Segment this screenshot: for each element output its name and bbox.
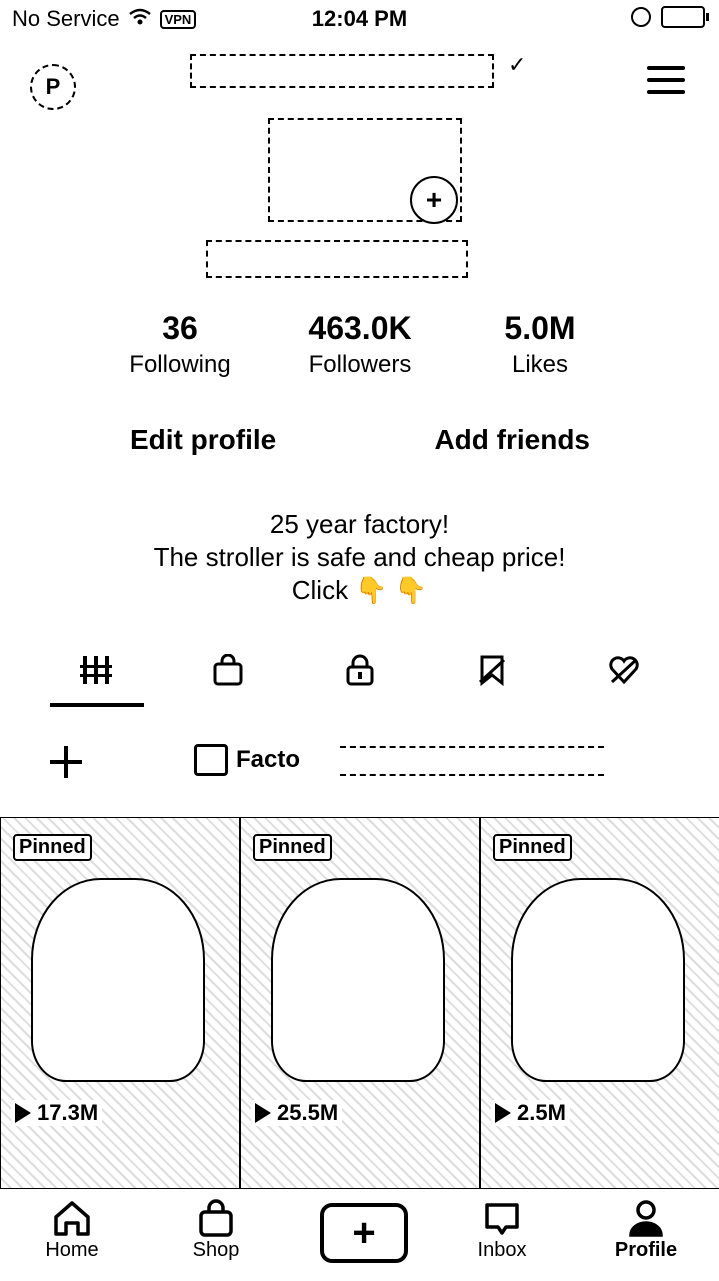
- nav-inbox[interactable]: Inbox: [452, 1197, 552, 1262]
- view-count: 17.3M: [11, 1100, 103, 1126]
- likes-label: Likes: [511, 351, 569, 378]
- favorites-icon[interactable]: [462, 640, 522, 700]
- username-redacted: [190, 54, 494, 88]
- stat-likes[interactable]: 5.0M Likes: [450, 310, 630, 379]
- playlist-name-redacted: [340, 746, 604, 776]
- p-badge-icon[interactable]: P: [30, 64, 76, 110]
- nav-shop-label: Shop: [192, 1239, 240, 1261]
- video-tile[interactable]: Pinned 2.5M: [480, 817, 719, 1189]
- private-lock-icon[interactable]: [330, 640, 390, 700]
- video-thumbnail: [271, 878, 445, 1082]
- profile-icon: [596, 1197, 696, 1239]
- pinned-badge: Pinned: [253, 834, 332, 861]
- add-playlist-icon[interactable]: [48, 744, 84, 780]
- stat-followers[interactable]: 463.0K Followers: [270, 310, 450, 379]
- view-count-value: 25.5M: [277, 1100, 339, 1125]
- video-tile[interactable]: Pinned 17.3M: [0, 817, 240, 1189]
- following-count: 36: [162, 310, 198, 346]
- inbox-icon: [452, 1197, 552, 1239]
- profile-bio: 25 year factory! The stroller is safe an…: [0, 508, 719, 607]
- status-time: 12:04 PM: [311, 6, 408, 31]
- videos-icon[interactable]: [66, 640, 126, 700]
- display-name-redacted: [206, 240, 468, 278]
- playlist-row: Facto: [0, 736, 719, 796]
- view-count-value: 17.3M: [37, 1100, 99, 1125]
- bio-line-2: The stroller is safe and cheap price!: [153, 542, 566, 572]
- bio-line-3[interactable]: Click 👇 👇: [0, 574, 719, 607]
- nav-home[interactable]: Home: [22, 1197, 122, 1262]
- verified-icon: ✓: [508, 52, 527, 77]
- pinned-badge: Pinned: [493, 834, 572, 861]
- profile-actions: Edit profile Add friends: [120, 420, 600, 460]
- nav-profile-label: Profile: [614, 1239, 678, 1261]
- video-thumbnail: [31, 878, 205, 1082]
- content-tabs: [0, 640, 719, 708]
- create-button[interactable]: +: [320, 1203, 408, 1263]
- view-count-value: 2.5M: [517, 1100, 566, 1125]
- battery-icon: [661, 6, 709, 28]
- shop-bag-icon[interactable]: [198, 640, 258, 700]
- followers-label: Followers: [308, 351, 412, 378]
- nav-home-label: Home: [45, 1239, 99, 1261]
- status-bar: No Service VPN 12:04 PM: [0, 0, 719, 40]
- profile-top-bar: P ✓: [0, 46, 719, 116]
- nav-inbox-label: Inbox: [477, 1239, 527, 1261]
- playlist-icon: [194, 744, 228, 776]
- stat-following[interactable]: 36 Following: [90, 310, 270, 379]
- orientation-lock-icon: [631, 7, 651, 27]
- followers-count: 463.0K: [308, 310, 412, 346]
- following-label: Following: [129, 351, 231, 378]
- view-count: 25.5M: [251, 1100, 343, 1126]
- view-count: 2.5M: [491, 1100, 570, 1126]
- bottom-nav: Home Shop + Inbox Profile: [0, 1188, 719, 1281]
- active-tab-indicator: [50, 703, 144, 707]
- play-icon: [495, 1103, 511, 1123]
- video-thumbnail: [511, 878, 685, 1082]
- nav-shop[interactable]: Shop: [166, 1197, 266, 1262]
- add-friends-button[interactable]: Add friends: [424, 420, 600, 460]
- bio-line-1: 25 year factory!: [269, 509, 450, 539]
- shop-icon: [166, 1197, 266, 1239]
- video-tile[interactable]: Pinned 25.5M: [240, 817, 480, 1189]
- liked-icon[interactable]: [594, 640, 654, 700]
- likes-count: 5.0M: [504, 310, 576, 346]
- nav-profile[interactable]: Profile: [596, 1197, 696, 1262]
- profile-stats: 36 Following 463.0K Followers 5.0M Likes: [90, 310, 630, 379]
- edit-profile-button[interactable]: Edit profile: [120, 420, 287, 460]
- home-icon: [22, 1197, 122, 1239]
- play-icon: [255, 1103, 271, 1123]
- menu-icon[interactable]: [647, 66, 685, 94]
- add-avatar-plus-icon[interactable]: +: [410, 176, 458, 224]
- video-grid: Pinned 17.3M Pinned 25.5M Pinned 2.5M: [0, 817, 719, 1189]
- pinned-badge: Pinned: [13, 834, 92, 861]
- playlist-chip[interactable]: Facto: [194, 744, 300, 776]
- playlist-label: Facto: [236, 746, 301, 773]
- play-icon: [15, 1103, 31, 1123]
